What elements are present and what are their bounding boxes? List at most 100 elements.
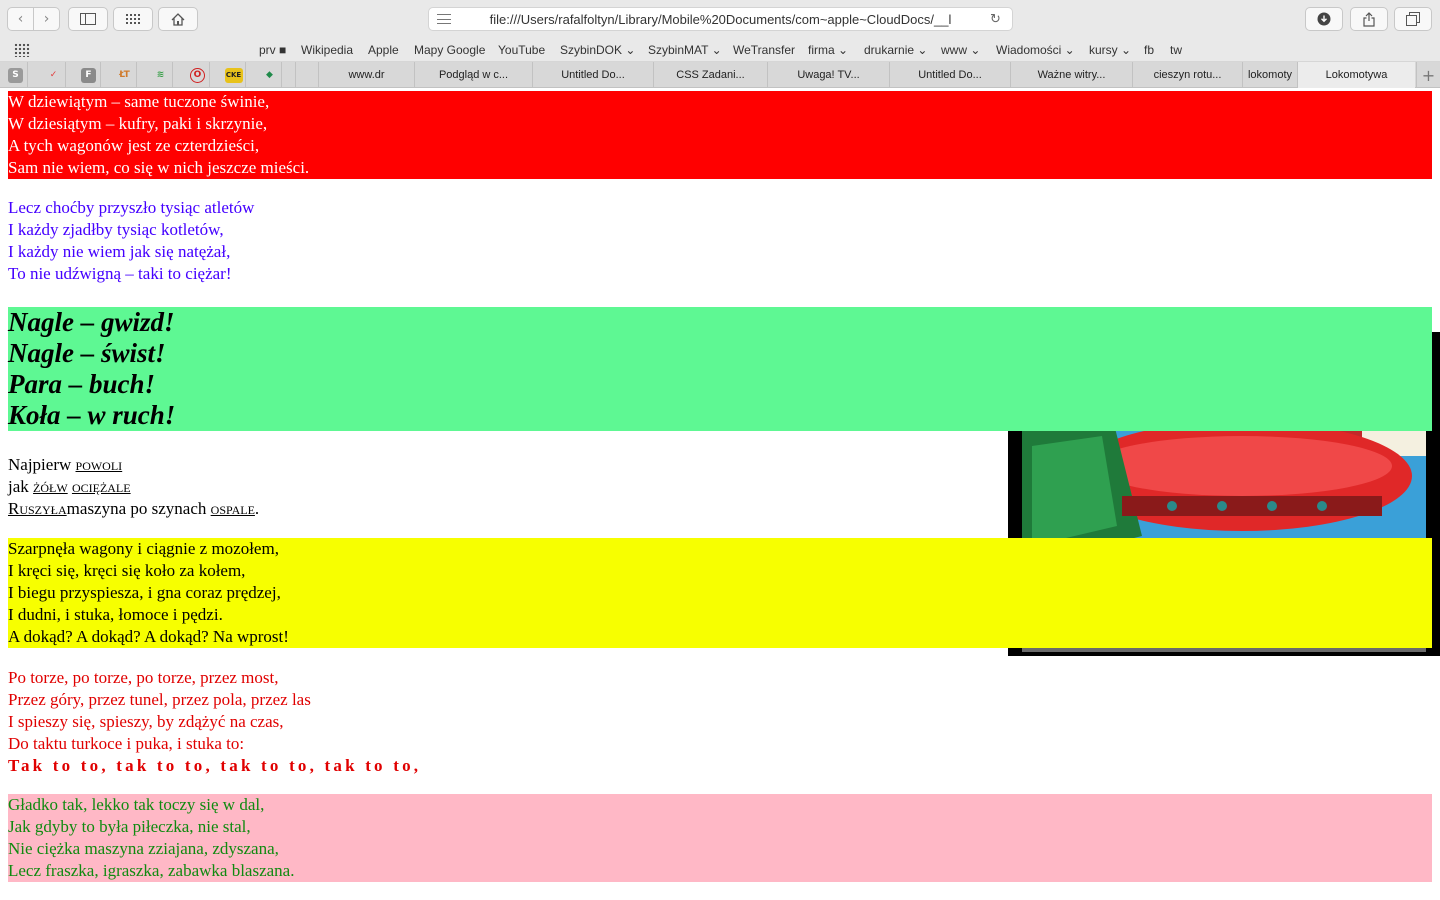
- nav-buttons: ‹ ›: [7, 7, 60, 31]
- pinned-f-icon: F: [81, 67, 96, 83]
- tab[interactable]: lokomoty: [1242, 62, 1297, 88]
- tabs-overview-icon[interactable]: [1394, 7, 1432, 31]
- stanza-4: Najpierw powoli jak żółw ociężale Ruszył…: [8, 454, 998, 520]
- stanza-1: W dziewiątym – same tuczone świnie, W dz…: [8, 91, 1432, 179]
- pinned-tab[interactable]: ✓: [42, 62, 66, 88]
- pinned-tab[interactable]: F: [77, 62, 101, 88]
- address-bar[interactable]: file:///Users/rafalfoltyn/Library/Mobile…: [428, 7, 1013, 31]
- abbr-word: ociężale: [71, 477, 131, 496]
- abbr-word: powoli: [75, 455, 123, 474]
- poem-line: A tych wagonów jest ze czterdzieści,: [8, 136, 260, 155]
- poem-line: I każdy zjadłby tysiąc kotletów,: [8, 220, 224, 239]
- pinned-tab[interactable]: ≋: [149, 62, 173, 88]
- stanza-7: Gładko tak, lekko tak toczy się w dal, J…: [8, 794, 1432, 882]
- favorite-wikipedia[interactable]: Wikipedia: [301, 43, 353, 57]
- pinned-tab[interactable]: O: [186, 62, 210, 88]
- apps-grid-icon[interactable]: [14, 43, 30, 57]
- favorite-drukarnie[interactable]: drukarnie ⌄: [864, 43, 927, 57]
- pinned-tab[interactable]: ŁT: [113, 62, 137, 88]
- back-icon[interactable]: ‹: [8, 8, 33, 30]
- pinned-tab[interactable]: CKE: [222, 62, 246, 88]
- abbr-word: ospale: [210, 499, 255, 518]
- poem-line: Para – buch!: [8, 369, 156, 399]
- page-content: W dziewiątym – same tuczone świnie, W dz…: [0, 89, 1440, 900]
- sidebar-toggle-icon[interactable]: [68, 7, 108, 31]
- tab[interactable]: Ważne witry...: [1010, 62, 1132, 88]
- favorite-youtube[interactable]: YouTube: [498, 43, 545, 57]
- pinned-lt-icon: ŁT: [119, 70, 130, 80]
- pinned-check-icon: ✓: [49, 70, 58, 80]
- tab[interactable]: Untitled Do...: [889, 62, 1010, 88]
- favorite-wiadomosci[interactable]: Wiadomości ⌄: [996, 43, 1075, 57]
- url-text[interactable]: file:///Users/rafalfoltyn/Library/Mobile…: [451, 12, 990, 27]
- poem-line: W dziewiątym – same tuczone świnie,: [8, 92, 270, 111]
- stanza-3: Nagle – gwizd! Nagle – świst! Para – buc…: [8, 307, 1432, 431]
- top-sites-icon[interactable]: [113, 7, 153, 31]
- tab[interactable]: cieszyn rotu...: [1132, 62, 1242, 88]
- pinned-tab[interactable]: S: [4, 62, 28, 88]
- poem-line: To nie udźwigną – taki to ciężar!: [8, 264, 232, 283]
- poem-line: Nie ciężka maszyna zziajana, zdyszana,: [8, 839, 279, 858]
- reader-icon[interactable]: [437, 14, 451, 24]
- forward-icon[interactable]: ›: [33, 8, 59, 30]
- favorite-firma[interactable]: firma ⌄: [808, 43, 848, 57]
- tab[interactable]: Untitled Do...: [532, 62, 653, 88]
- poem-line: Lecz fraszka, igraszka, zabawka blaszana…: [8, 861, 295, 880]
- poem-line: Po torze, po torze, po torze, przez most…: [8, 668, 279, 687]
- poem-line: Przez góry, przez tunel, przez pola, prz…: [8, 690, 311, 709]
- pinned-o-icon: O: [190, 67, 205, 83]
- poem-line: Sam nie wiem, co się w nich jeszcze mieś…: [8, 158, 310, 177]
- poem-line: Jak gdyby to była piłeczka, nie stal,: [8, 817, 251, 836]
- favorite-mapy-google[interactable]: Mapy Google: [414, 43, 485, 57]
- browser-toolbar: ‹ › file:///Users/rafalfoltyn/Library/Mo…: [0, 0, 1440, 38]
- tab-divider: [295, 62, 296, 88]
- pinned-pattern-icon: ≋: [156, 70, 165, 80]
- poem-word: maszyna po szynach: [66, 499, 207, 518]
- tab[interactable]: Podgląd w c...: [414, 62, 532, 88]
- poem-line: Gładko tak, lekko tak toczy się w dal,: [8, 795, 265, 814]
- favorite-fb[interactable]: fb: [1144, 43, 1154, 57]
- tab-bar: S ✓ F ŁT ≋ O CKE ◆ www.dr Podgląd w c...…: [0, 62, 1440, 88]
- poem-line: I każdy nie wiem jak się natężał,: [8, 242, 231, 261]
- tab[interactable]: CSS Zadani...: [653, 62, 767, 88]
- favorite-szybinmat[interactable]: SzybinMAT ⌄: [648, 43, 722, 57]
- tab[interactable]: www.dr: [318, 62, 414, 88]
- poem-line: W dziesiątym – kufry, paki i skrzynie,: [8, 114, 268, 133]
- favorites-bar: prv ■ Wikipedia Apple Mapy Google YouTub…: [0, 38, 1440, 62]
- tab[interactable]: Uwaga! TV...: [767, 62, 889, 88]
- favorite-tw[interactable]: tw: [1170, 43, 1182, 57]
- poem-line: jak żółw ociężale: [8, 476, 998, 498]
- abbr-word: żółw: [33, 477, 68, 496]
- favorite-www[interactable]: www ⌄: [941, 43, 980, 57]
- poem-line: I biegu przyspiesza, i gna coraz prędzej…: [8, 583, 281, 602]
- new-tab-icon[interactable]: +: [1416, 62, 1440, 88]
- share-icon[interactable]: [1350, 7, 1388, 31]
- downloads-icon[interactable]: [1305, 7, 1343, 31]
- poem-line: I dudni, i stuka, łomoce i pędzi.: [8, 605, 223, 624]
- poem-line-rhythm: Tak to to, tak to to, tak to to, tak to …: [8, 756, 422, 775]
- tab-active[interactable]: Lokomotywa: [1297, 62, 1415, 88]
- poem-line: A dokąd? A dokąd? A dokąd? Na wprost!: [8, 627, 289, 646]
- pinned-tab[interactable]: ◆: [258, 62, 282, 88]
- favorite-apple[interactable]: Apple: [368, 43, 399, 57]
- favorite-wetransfer[interactable]: WeTransfer: [733, 43, 795, 57]
- abbr-word: Ruszyła: [8, 499, 67, 518]
- poem-line: Nagle – świst!: [8, 338, 166, 368]
- pinned-diamond-icon: ◆: [266, 70, 273, 80]
- poem-line: Najpierw powoli: [8, 454, 998, 476]
- poem-word: Najpierw: [8, 455, 72, 474]
- stanza-2: Lecz choćby przyszło tysiąc atletów I ka…: [8, 197, 1432, 285]
- poem-line: I spieszy się, spieszy, by zdążyć na cza…: [8, 712, 284, 731]
- poem-line: Ruszyłamaszyna po szynach ospale.: [8, 498, 998, 520]
- reload-icon[interactable]: ↻: [990, 12, 1012, 27]
- poem-line: Lecz choćby przyszło tysiąc atletów: [8, 198, 255, 217]
- poem-line: Do taktu turkoce i puka, i stuka to:: [8, 734, 245, 753]
- pinned-s-icon: S: [8, 67, 23, 83]
- favorite-szybindok[interactable]: SzybinDOK ⌄: [560, 43, 635, 57]
- poem-word: jak: [8, 477, 29, 496]
- stanza-6: Po torze, po torze, po torze, przez most…: [8, 667, 1432, 777]
- favorite-kursy[interactable]: kursy ⌄: [1089, 43, 1131, 57]
- poem-line: Nagle – gwizd!: [8, 307, 175, 337]
- favorite-prv[interactable]: prv ■: [259, 43, 286, 57]
- home-icon[interactable]: [158, 7, 198, 31]
